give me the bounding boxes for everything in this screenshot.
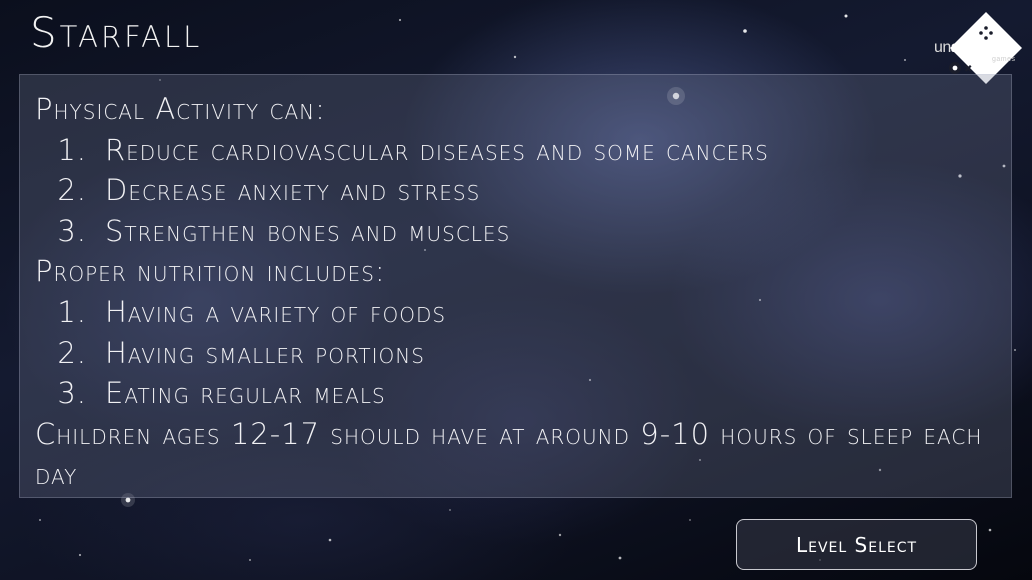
logo-subtext: games <box>992 56 1016 63</box>
list-number: 2. <box>57 335 87 370</box>
list-number: 3. <box>57 213 87 248</box>
list-item: 3. Eating regular meals <box>35 373 997 414</box>
list-item: 1. Having a variety of foods <box>35 292 997 333</box>
list-item: 1. Reduce cardiovascular diseases and so… <box>35 130 997 171</box>
list-text: Decrease anxiety and stress <box>105 173 481 208</box>
list-number: 1. <box>57 294 87 329</box>
activity-heading: Physical Activity can: <box>35 92 326 126</box>
game-title: Starfall <box>30 8 203 57</box>
list-number: 2. <box>57 173 87 208</box>
list-text: Eating regular meals <box>105 376 386 411</box>
list-item: 3. Strengthen bones and muscles <box>35 211 997 252</box>
logo-wordmark: unamused <box>934 39 1009 56</box>
sleep-text: Children ages 12-17 should have at aroun… <box>35 416 983 492</box>
list-text: Reduce cardiovascular diseases and some … <box>105 132 769 167</box>
info-panel: Physical Activity can: 1. Reduce cardiov… <box>19 74 1012 498</box>
list-number: 3. <box>57 376 87 411</box>
list-item: 2. Having smaller portions <box>35 333 997 374</box>
list-number: 1. <box>57 132 87 167</box>
list-text: Having a variety of foods <box>105 294 447 329</box>
nutrition-heading: Proper nutrition includes: <box>35 254 386 289</box>
list-item: 2. Decrease anxiety and stress <box>35 170 997 211</box>
list-text: Having smaller portions <box>105 335 425 370</box>
level-select-button[interactable]: Level Select <box>736 519 977 570</box>
game-screen: Starfall ✖ unamused games Physical Activ… <box>0 0 1032 580</box>
list-text: Strengthen bones and muscles <box>105 213 511 248</box>
